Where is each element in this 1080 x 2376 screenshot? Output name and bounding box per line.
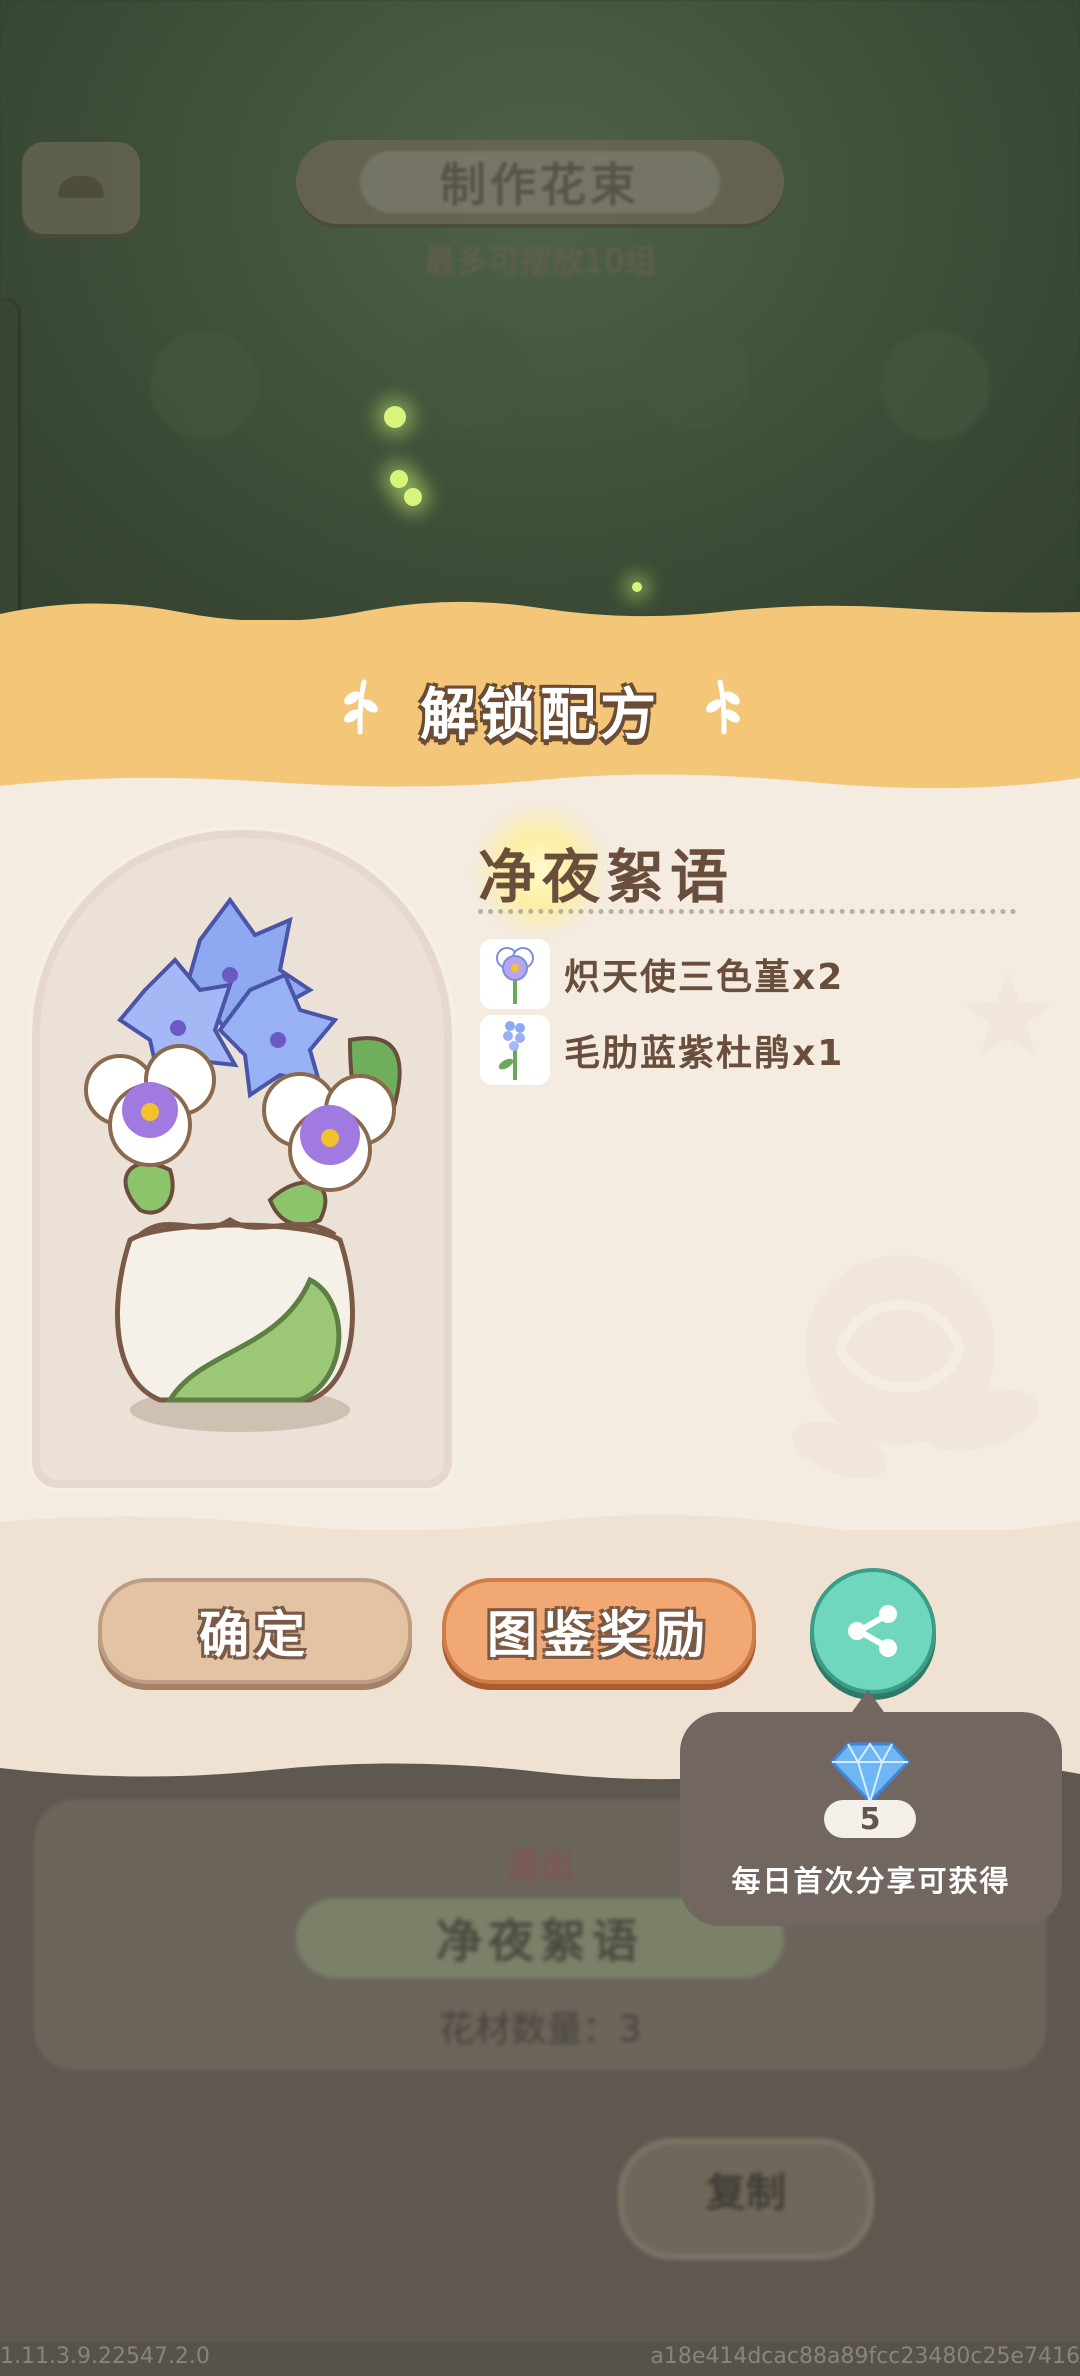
- background-title: 制作花束: [360, 151, 720, 213]
- ingredient-item: 毛肋蓝紫杜鹃x1: [480, 1012, 1040, 1088]
- rose-decoration-icon: [792, 1255, 1039, 1479]
- star-decoration-icon: [964, 972, 1052, 1056]
- popup-title: 解锁配方: [420, 683, 660, 748]
- tooltip-text: 每日首次分享可获得: [731, 1864, 1011, 1898]
- share-icon: [848, 1605, 897, 1657]
- background-leaf: [880, 330, 990, 440]
- ingredient-item: 炽天使三色堇x2: [480, 936, 1040, 1012]
- background-leaf: [640, 320, 750, 430]
- background-top: [0, 0, 1080, 640]
- confirm-button[interactable]: 确定: [98, 1578, 412, 1684]
- build-hash-label: a18e414dcac88a89fcc23480c25e7416: [650, 2344, 1080, 2369]
- share-button[interactable]: [810, 1568, 936, 1694]
- sparkle-icon: [384, 406, 406, 428]
- background-copy-label: 复制: [706, 2170, 786, 2216]
- recipe-divider: [478, 909, 1016, 914]
- sparkle-icon: [404, 488, 422, 506]
- sparkle-icon: [632, 582, 642, 592]
- recipe-name: 净夜絮语: [478, 843, 735, 911]
- sparkle-icon: [390, 470, 408, 488]
- footer-wave: [0, 1514, 1080, 1540]
- gem-count: 5: [824, 1800, 916, 1838]
- background-copy-button: 复制: [618, 2138, 874, 2260]
- background-card-count: 花材数量：3: [438, 2009, 642, 2050]
- bouquet-image: [84, 896, 402, 1432]
- collection-reward-button[interactable]: 图鉴奖励: [442, 1578, 756, 1684]
- background-subtitle: 最多可摆放10组: [423, 242, 657, 280]
- tooltip-arrow: [852, 1690, 884, 1712]
- pansy-icon: [480, 939, 550, 1009]
- background-title-pill: 制作花束: [296, 140, 784, 224]
- ingredient-label: 毛肋蓝紫杜鹃x1: [564, 1033, 845, 1074]
- background-leaf: [150, 330, 260, 440]
- azalea-icon: [480, 1015, 550, 1085]
- band-wave: [0, 601, 1080, 634]
- diamond-icon: [829, 1742, 911, 1804]
- ingredient-label: 炽天使三色堇x2: [564, 957, 845, 998]
- home-button: [22, 142, 140, 234]
- side-tab: [0, 300, 18, 640]
- background-leaf: [420, 320, 530, 430]
- panel-wave: [0, 774, 1080, 798]
- version-label: 1.11.3.9.22547.2.0: [0, 2344, 210, 2369]
